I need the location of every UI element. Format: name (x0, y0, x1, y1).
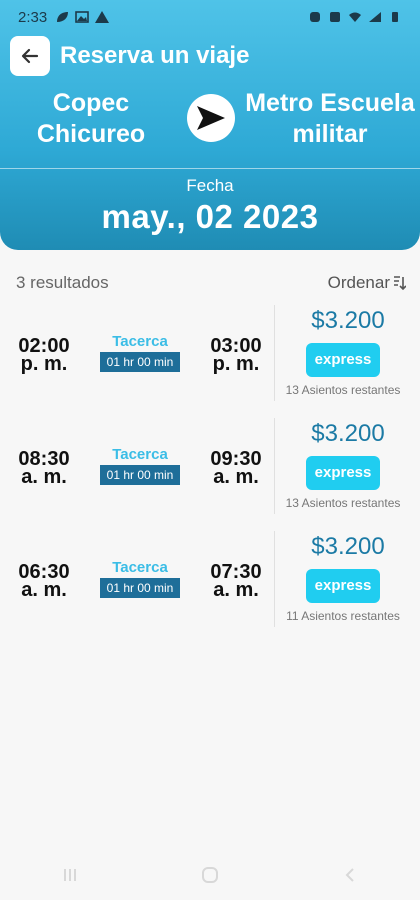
card-divider (274, 531, 275, 627)
destination-label: Metro Escuela militar (245, 89, 415, 148)
recent-apps-button[interactable] (55, 863, 85, 887)
nfc-icon (330, 12, 340, 22)
leaf-icon (57, 12, 69, 22)
company-name: Tacerca (112, 559, 168, 576)
route-arrow (187, 94, 235, 142)
company-name: Tacerca (112, 333, 168, 350)
trip-card[interactable]: 06:30 a. m. Tacerca 01 hr 00 min 07:30 a. … (0, 529, 420, 629)
warning-icon (95, 11, 110, 23)
trip-card[interactable]: 08:30 a. m. Tacerca 01 hr 00 min 09:30 a. … (0, 416, 420, 516)
wifi-icon (349, 12, 361, 22)
header: 2:33 Reserva un viaje Copec Chicureo Met… (0, 0, 420, 250)
date-value[interactable]: may., 02 2023 (0, 198, 420, 236)
duration-badge: 01 hr 00 min (100, 465, 180, 485)
departure-time: 08:30 a. m. (18, 448, 70, 488)
send-arrow-icon (197, 106, 225, 130)
duration-badge: 01 hr 00 min (100, 352, 180, 372)
trip-price: $3.200 (311, 420, 385, 447)
seats-remaining: 11 Asientos restantes (286, 609, 400, 623)
express-badge[interactable]: express (306, 569, 380, 603)
trip-price: $3.200 (311, 533, 385, 560)
express-badge[interactable]: express (306, 343, 380, 377)
card-divider (274, 418, 275, 514)
route: Copec Chicureo Metro Escuela militar (0, 88, 420, 148)
image-icon (75, 11, 90, 23)
back-nav-button[interactable] (335, 863, 365, 887)
trip-card[interactable]: 02:00 p. m. Tacerca 01 hr 00 min 03:00 p. … (0, 303, 420, 403)
trip-price: $3.200 (311, 307, 385, 334)
arrival-time: 03:00 p. m. (210, 335, 262, 375)
departure-time: 06:30 a. m. (18, 561, 70, 601)
chevron-left-icon (345, 868, 354, 882)
home-button[interactable] (195, 863, 225, 887)
date-label: Fecha (186, 176, 234, 195)
back-button[interactable] (10, 36, 50, 76)
alarm-icon (310, 12, 320, 22)
arrow-left-icon (21, 48, 39, 64)
duration-badge: 01 hr 00 min (100, 578, 180, 598)
arrival-time: 09:30 a. m. (210, 448, 262, 488)
status-time: 2:33 (18, 8, 48, 26)
seats-remaining: 13 Asientos restantes (285, 496, 401, 510)
system-nav-bar (0, 850, 420, 900)
home-icon (202, 867, 218, 883)
origin-label: Copec Chicureo (36, 89, 146, 148)
recent-apps-icon (64, 869, 76, 881)
express-badge[interactable]: express (306, 456, 380, 490)
sort-label: Ordenar (327, 273, 390, 292)
company-name: Tacerca (112, 446, 168, 463)
top-bar: Reserva un viaje (10, 36, 249, 76)
battery-icon (392, 12, 398, 22)
sort-button[interactable]: Ordenar (328, 273, 406, 293)
page-title: Reserva un viaje (60, 42, 250, 69)
departure-time: 02:00 p. m. (18, 335, 70, 375)
signal-icon (369, 12, 381, 22)
card-divider (274, 305, 275, 401)
results-count: 3 resultados (16, 273, 109, 292)
header-divider (0, 168, 420, 169)
status-bar: 2:33 (0, 0, 420, 34)
results-header: 3 resultados Ordenar (16, 272, 406, 294)
seats-remaining: 13 Asientos restantes (285, 383, 401, 397)
sort-icon (394, 276, 406, 291)
arrival-time: 07:30 a. m. (210, 561, 262, 601)
